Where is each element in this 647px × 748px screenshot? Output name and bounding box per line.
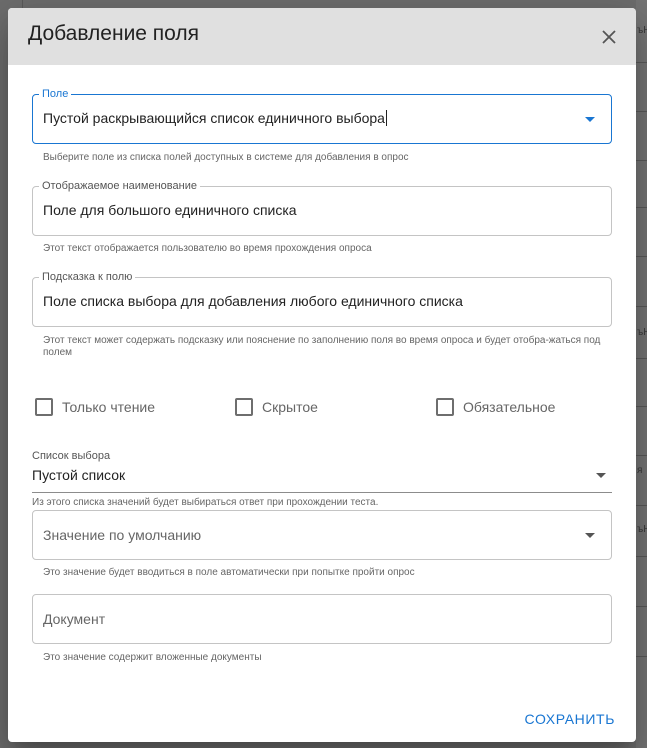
background-row-divider: [636, 62, 647, 63]
choice-list-value: Пустой список: [32, 467, 126, 483]
choice-list-helper: Из этого списка значений будет выбиратьс…: [32, 497, 379, 508]
save-button[interactable]: СОХРАНИТЬ: [525, 711, 615, 727]
background-text: я: [637, 465, 643, 476]
required-checkbox[interactable]: Обязательное: [436, 398, 555, 416]
hidden-checkbox-label: Скрытое: [262, 399, 318, 415]
default-value-helper: Это значение будет вводиться в поле авто…: [43, 567, 415, 578]
document-field[interactable]: Документ: [32, 594, 612, 644]
background-row-divider: [636, 358, 647, 359]
document-placeholder: Документ: [43, 611, 106, 627]
dropdown-arrow-icon[interactable]: [585, 533, 595, 538]
checkbox-box[interactable]: [35, 398, 53, 416]
hint-helper: Этот текст может содержать подсказку или…: [43, 335, 601, 358]
field-select[interactable]: Поле Пустой раскрывающийся список единич…: [32, 87, 612, 144]
background-row-divider: [636, 505, 647, 506]
background-row-divider: [636, 160, 647, 161]
field-select-label: Поле: [39, 87, 72, 101]
field-select-value-text: Пустой раскрывающийся список единичного …: [43, 110, 385, 126]
background-row-divider: [636, 656, 647, 657]
checkbox-box[interactable]: [436, 398, 454, 416]
display-name-field[interactable]: Отображаемое наименование Поле для больш…: [32, 179, 612, 236]
background-text: ъН: [637, 327, 647, 338]
field-select-helper: Выберите поле из списка полей доступных …: [43, 152, 409, 163]
hidden-checkbox[interactable]: Скрытое: [235, 398, 318, 416]
background-page-edge: [636, 0, 647, 748]
background-row-divider: [636, 606, 647, 607]
background-row-divider: [636, 556, 647, 557]
display-name-value: Поле для большого единичного списка: [43, 202, 297, 218]
readonly-checkbox-label: Только чтение: [62, 399, 156, 415]
dropdown-arrow-icon[interactable]: [596, 473, 606, 478]
close-button[interactable]: [596, 24, 622, 50]
background-row-divider: [636, 406, 647, 407]
required-checkbox-label: Обязательное: [463, 399, 556, 415]
hint-label: Подсказка к полю: [39, 270, 136, 284]
display-name-helper: Этот текст отображается пользователю во …: [43, 243, 372, 254]
document-helper: Это значение содержит вложенные документ…: [43, 652, 262, 663]
default-value-placeholder: Значение по умолчанию: [43, 527, 202, 543]
checkbox-box[interactable]: [235, 398, 253, 416]
text-caret: [385, 110, 387, 126]
background-row-divider: [636, 455, 647, 456]
background-text: ъН: [637, 25, 647, 36]
background-row-divider: [636, 256, 647, 257]
add-field-dialog: Добавление поля Поле Пустой раскрывающий…: [8, 8, 636, 742]
dialog-title: Добавление поля: [28, 22, 200, 45]
close-icon: [602, 30, 616, 44]
background-row-divider: [636, 207, 647, 208]
dropdown-arrow-icon[interactable]: [585, 117, 595, 122]
background-row-divider: [636, 111, 647, 112]
checkbox-row: Только чтение Скрытое Обязательное: [35, 398, 615, 418]
hint-value: Поле списка выбора для добавления любого…: [43, 293, 463, 309]
choice-list-label: Список выбора: [32, 450, 111, 462]
default-value-select[interactable]: Значение по умолчанию: [32, 510, 612, 560]
background-row-divider: [636, 306, 647, 307]
background-text: ъН: [637, 524, 647, 535]
field-select-value: Пустой раскрывающийся список единичного …: [43, 110, 387, 126]
display-name-label: Отображаемое наименование: [39, 179, 200, 193]
readonly-checkbox[interactable]: Только чтение: [35, 398, 155, 416]
choice-list-select[interactable]: Список выбора Пустой список: [32, 448, 612, 493]
hint-field[interactable]: Подсказка к полю Поле списка выбора для …: [32, 270, 612, 327]
dialog-header: Добавление поля: [8, 8, 636, 65]
